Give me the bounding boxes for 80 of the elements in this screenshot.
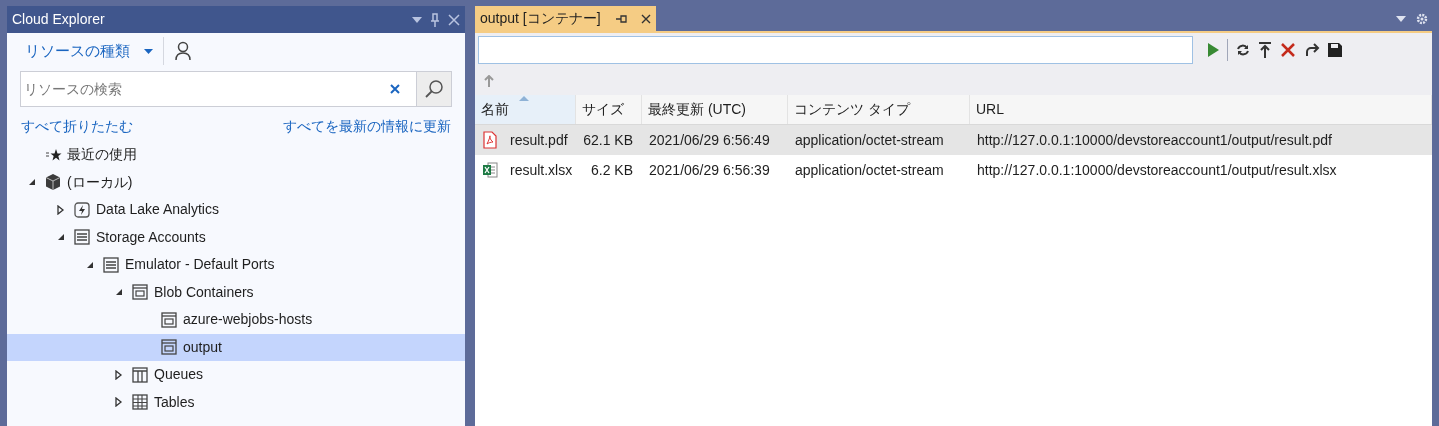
tree-item[interactable]: Blob Containers (7, 278, 465, 306)
upload-icon[interactable] (1258, 42, 1272, 58)
table-cell-text: application/octet-stream (795, 130, 944, 150)
tab-title: output [コンテナー] (480, 9, 601, 28)
tree-item[interactable]: azure-webjobs-hosts (7, 306, 465, 334)
cube-icon (44, 173, 62, 192)
expanded-arrow-icon[interactable] (57, 233, 65, 242)
analytics-icon (73, 200, 91, 219)
container-icon (160, 310, 178, 329)
search-icon (424, 79, 444, 99)
tree-item-label: Storage Accounts (96, 227, 206, 247)
document-tab[interactable]: output [コンテナー] (475, 6, 656, 31)
search-field[interactable]: リソースの検索 (20, 71, 416, 107)
table-cell-text: result.xlsx (510, 160, 573, 180)
save-icon[interactable] (1328, 43, 1342, 57)
tree-item-label: Queues (154, 365, 204, 385)
column-header[interactable]: URL (970, 95, 1432, 124)
expanded-arrow-icon[interactable] (28, 178, 36, 187)
table-cell-text: 2021/06/29 6:56:39 (649, 160, 770, 180)
table-cell-text: 2021/06/29 6:56:49 (649, 130, 770, 150)
pin-icon[interactable] (614, 13, 627, 24)
resource-type-dropdown[interactable]: リソースの種類 (25, 39, 153, 63)
delete-icon[interactable] (1280, 42, 1296, 58)
refresh-icon[interactable] (1236, 43, 1250, 57)
tree-item-label: (ローカル) (67, 172, 133, 192)
columns-icon (131, 365, 149, 384)
tree-item-label: azure-webjobs-hosts (183, 310, 313, 330)
play-icon[interactable] (1207, 43, 1219, 57)
column-header[interactable]: コンテンツ タイプ (788, 95, 970, 124)
close-icon[interactable] (640, 13, 651, 24)
collapsed-arrow-icon[interactable] (115, 397, 123, 408)
pdf-file-icon (482, 131, 498, 149)
table-cell-text: http://127.0.0.1:10000/devstoreaccount1/output/result.xlsx (977, 160, 1337, 180)
tree-item-label: 最近の使用 (67, 145, 137, 165)
tree-item-label: Tables (154, 392, 195, 412)
refresh-all-link[interactable]: すべてを最新の情報に更新 (283, 116, 451, 137)
list-icon (102, 255, 120, 274)
tree-item[interactable]: Emulator - Default Ports (7, 251, 465, 279)
table-icon (131, 393, 149, 412)
spreadsheet-file-icon (482, 161, 498, 179)
expanded-arrow-icon[interactable] (115, 288, 123, 297)
tree-item[interactable]: 最近の使用 (7, 141, 465, 169)
file-row[interactable]: result.xlsx 6.2 KB 2021/06/29 6:56:39 application/octet-stream http://127.0.0.1:10000/devstoreaccount1/output/result.xlsx (475, 155, 1432, 185)
table-cell-text: http://127.0.0.1:10000/devstoreaccount1/output/result.pdf (977, 130, 1332, 150)
settings-icon[interactable] (1416, 12, 1428, 25)
sort-arrow-icon (519, 96, 529, 101)
collapsed-arrow-icon[interactable] (57, 204, 65, 215)
column-header[interactable]: サイズ (576, 95, 642, 124)
dropdown-icon[interactable] (412, 16, 422, 23)
file-row[interactable]: result.pdf 62.1 KB 2021/06/29 6:56:49 application/octet-stream http://127.0.0.1:10000/devstoreaccount1/output/result.pdf (475, 125, 1432, 155)
container-icon (160, 338, 178, 357)
list-icon (73, 228, 91, 247)
expanded-arrow-icon[interactable] (86, 260, 94, 269)
search-button[interactable] (416, 71, 452, 107)
tree-item[interactable]: Storage Accounts (7, 223, 465, 251)
tree-item[interactable]: (ローカル) (7, 168, 465, 196)
query-field[interactable] (478, 36, 1193, 64)
tree-item[interactable]: Queues (7, 361, 465, 389)
tree-item-label: Data Lake Analytics (96, 200, 219, 220)
table-cell-text: 62.1 KB (583, 130, 633, 150)
column-header[interactable]: 名前 (475, 95, 576, 124)
container-icon (131, 283, 149, 302)
collapsed-arrow-icon[interactable] (115, 369, 123, 380)
tree-item-label: Blob Containers (154, 282, 254, 302)
table-cell-text: application/octet-stream (795, 160, 944, 180)
tree-item[interactable]: Tables (7, 388, 465, 416)
tree-item-label: Emulator - Default Ports (125, 255, 275, 275)
redo-arrow-icon[interactable] (1304, 43, 1320, 57)
column-header[interactable]: 最終更新 (UTC) (642, 95, 788, 124)
tree-item[interactable]: output (7, 333, 465, 361)
tree-item-label: output (183, 337, 222, 357)
collapse-all-link[interactable]: すべて折りたたむ (21, 116, 133, 137)
table-cell-text: 6.2 KB (590, 160, 633, 180)
account-icon[interactable] (174, 41, 192, 61)
table-cell-text: result.pdf (510, 130, 568, 150)
tree-item[interactable]: Data Lake Analytics (7, 196, 465, 224)
dropdown-caret-icon (144, 48, 153, 54)
dropdown-icon[interactable] (1396, 15, 1406, 22)
panel-title: Cloud Explorer (12, 10, 105, 29)
clear-icon[interactable] (389, 83, 401, 95)
